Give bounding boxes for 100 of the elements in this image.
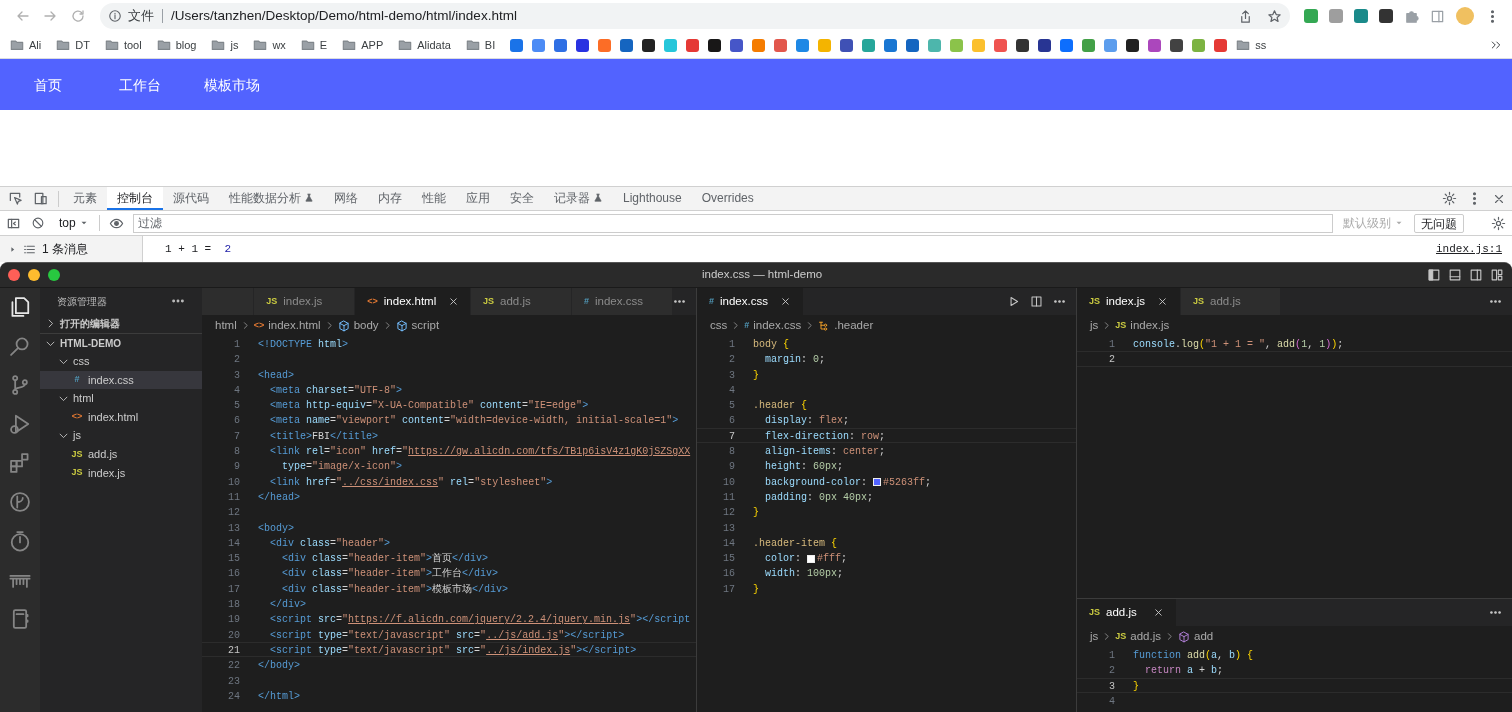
nav-item[interactable]: 工作台 xyxy=(119,76,161,93)
share-icon[interactable] xyxy=(1238,8,1253,24)
bookmark-link[interactable]: wx xyxy=(272,36,286,54)
run-icon[interactable] xyxy=(1007,295,1020,308)
bookmark-link[interactable]: blog xyxy=(175,36,197,54)
address-bar[interactable]: 文件 /Users/tanzhen/Desktop/Demo/html-demo/html/index.html xyxy=(100,3,1290,29)
run-debug-icon[interactable] xyxy=(9,413,31,435)
folder-icon[interactable] xyxy=(342,38,357,52)
breadcrumb-item[interactable]: css xyxy=(710,316,728,335)
folder-icon[interactable] xyxy=(465,38,480,52)
layout-icon[interactable] xyxy=(1427,268,1441,282)
devtools-tab[interactable]: 源代码 xyxy=(163,187,219,210)
breadcrumb-item[interactable]: add xyxy=(1178,627,1214,646)
editor-tab[interactable]: JS add.js xyxy=(471,288,572,315)
folder-icon[interactable] xyxy=(300,38,315,52)
timer-icon[interactable] xyxy=(9,530,31,552)
site-icon[interactable] xyxy=(1038,38,1052,52)
breadcrumb-item[interactable]: body xyxy=(337,316,379,335)
files-icon[interactable] xyxy=(9,296,31,318)
site-icon[interactable] xyxy=(576,38,590,52)
folder-icon[interactable] xyxy=(253,38,268,52)
settings-icon[interactable] xyxy=(1491,215,1506,231)
editor-tab[interactable]: JS index.js xyxy=(254,288,356,315)
source-control-icon[interactable] xyxy=(9,374,31,396)
breadcrumb-item[interactable]: html xyxy=(215,316,237,335)
git-graph-icon[interactable] xyxy=(9,491,31,513)
folder-item[interactable]: css xyxy=(40,352,202,371)
folder-item[interactable]: html xyxy=(40,389,202,408)
extension-icon[interactable] xyxy=(1379,9,1393,23)
close-icon[interactable] xyxy=(779,296,791,307)
folder-icon[interactable] xyxy=(56,38,71,52)
source-link[interactable]: index.js:1 xyxy=(1436,241,1502,258)
search-icon[interactable] xyxy=(9,335,31,357)
bookmark-link[interactable]: js xyxy=(230,36,239,54)
bookmark-link[interactable]: tool xyxy=(123,36,142,54)
side-panel-icon[interactable] xyxy=(1430,8,1445,24)
site-icon[interactable] xyxy=(708,38,722,52)
devtools-tab[interactable]: 性能数据分析 xyxy=(219,187,324,210)
folder-icon[interactable] xyxy=(104,38,119,52)
info-icon[interactable] xyxy=(108,9,122,23)
star-icon[interactable] xyxy=(1267,8,1282,24)
folder-icon[interactable] xyxy=(398,38,413,52)
window-control[interactable] xyxy=(28,269,40,281)
editor-tab[interactable]: # index.css xyxy=(572,288,673,315)
layout-icon[interactable] xyxy=(1448,268,1462,282)
layout-icon[interactable] xyxy=(1490,268,1504,282)
folder-icon[interactable] xyxy=(1236,38,1251,52)
close-icon[interactable] xyxy=(1153,607,1164,618)
folder-icon[interactable] xyxy=(156,38,171,52)
editor-tab[interactable]: <> index.html xyxy=(355,288,471,315)
file-item[interactable]: JS add.js xyxy=(40,444,202,464)
site-icon[interactable] xyxy=(840,38,854,52)
devtools-tab[interactable]: 应用 xyxy=(456,187,500,210)
devtools-tab[interactable]: 内存 xyxy=(368,187,412,210)
editor-tab[interactable]: JS add.js xyxy=(1181,288,1281,315)
bookmark-link[interactable]: DT xyxy=(75,36,90,54)
nav-item[interactable]: 模板市场 xyxy=(204,76,260,93)
site-icon[interactable] xyxy=(730,38,744,52)
bookmark-link[interactable]: Ali xyxy=(29,36,42,54)
breadcrumb-item[interactable]: js xyxy=(1090,316,1099,335)
file-item[interactable]: <> index.html xyxy=(40,407,202,427)
breadcrumb-item[interactable]: .header xyxy=(818,316,874,335)
editor-tab[interactable]: # index.css xyxy=(697,288,804,315)
devtools-tab[interactable]: 网络 xyxy=(324,187,368,210)
devtools-tab[interactable]: 性能 xyxy=(412,187,456,210)
bookmark-link[interactable]: E xyxy=(319,36,328,54)
bookmark-link[interactable]: Alidata xyxy=(417,36,451,54)
nav-item[interactable]: 首页 xyxy=(34,76,62,93)
breadcrumb-item[interactable]: <> index.html xyxy=(253,316,321,335)
devtools-tab[interactable]: 控制台 xyxy=(107,187,163,210)
expand-arrow-icon[interactable] xyxy=(8,244,17,254)
extensions-icon[interactable] xyxy=(1404,8,1419,24)
breadcrumb-item[interactable]: js xyxy=(1090,627,1099,646)
site-icon[interactable] xyxy=(1126,38,1140,52)
layout-icon[interactable] xyxy=(1469,268,1483,282)
site-icon[interactable] xyxy=(1170,38,1184,52)
window-control[interactable] xyxy=(48,269,60,281)
editor-tab[interactable]: JS add.js xyxy=(1077,599,1177,626)
extensions-icon[interactable] xyxy=(9,452,31,474)
inspect-icon[interactable] xyxy=(8,191,23,206)
devtools-tab[interactable]: 元素 xyxy=(63,187,107,210)
filter-field[interactable]: 过滤 xyxy=(132,213,1333,233)
more-bookmarks-icon[interactable] xyxy=(1490,39,1502,51)
breadcrumb-item[interactable]: script xyxy=(395,316,440,335)
folder-icon[interactable] xyxy=(211,38,226,52)
messages-item[interactable]: 1 条消息 xyxy=(42,240,88,258)
folder-item[interactable]: js xyxy=(40,426,202,445)
split-editor-icon[interactable] xyxy=(1030,295,1043,308)
devtools-tab[interactable]: Overrides xyxy=(691,187,764,210)
devtools-tab[interactable]: Lighthouse xyxy=(613,187,692,210)
breadcrumb-item[interactable]: JS index.js xyxy=(1115,316,1170,335)
bookmark-link[interactable]: APP xyxy=(361,36,384,54)
editor-tab[interactable]: JS index.js xyxy=(1077,288,1181,315)
breadcrumb-item[interactable]: JS add.js xyxy=(1115,627,1161,646)
device-icon[interactable] xyxy=(33,191,48,206)
close-icon[interactable] xyxy=(1157,296,1168,307)
context-dropdown[interactable]: top xyxy=(55,214,93,232)
site-icon[interactable] xyxy=(642,38,656,52)
issues-button[interactable]: 无问题 xyxy=(1413,213,1464,233)
folder-icon[interactable] xyxy=(10,38,24,52)
